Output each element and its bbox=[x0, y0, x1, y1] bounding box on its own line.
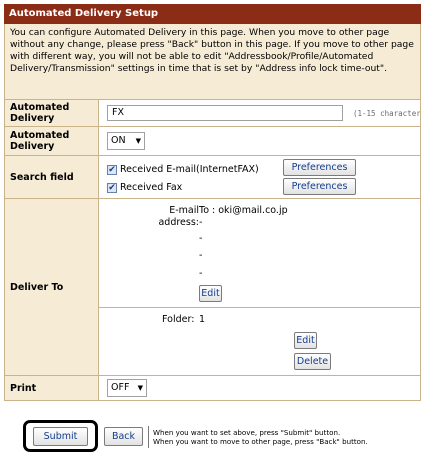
email-preferences-button[interactable]: Preferences bbox=[283, 159, 356, 176]
email-option-label: Received E-mail(InternetFAX) bbox=[120, 164, 259, 175]
back-button[interactable]: Back bbox=[104, 427, 143, 446]
fax-checkbox[interactable]: ✔ bbox=[107, 183, 117, 193]
name-label: Automated Delivery bbox=[4, 100, 99, 126]
name-input-value: FX bbox=[112, 107, 124, 118]
dropdown-caret-icon: ▼ bbox=[137, 384, 143, 392]
fax-option-label: Received Fax bbox=[120, 182, 183, 193]
email-edit-button[interactable]: Edit bbox=[199, 285, 222, 302]
email-checkbox[interactable]: ✔ bbox=[107, 165, 117, 175]
print-label: Print bbox=[4, 376, 99, 400]
email-address-label: E-mail address: bbox=[158, 205, 199, 228]
deliver-separator bbox=[99, 307, 420, 308]
footer-divider bbox=[148, 426, 149, 448]
folder-label: Folder: bbox=[162, 314, 195, 325]
delivery-onoff-select[interactable]: ON ▼ bbox=[107, 132, 145, 150]
email-address-value: To : oki@mail.co.jp bbox=[199, 205, 288, 216]
print-select[interactable]: OFF ▼ bbox=[107, 379, 147, 397]
onoff-label: Automated Delivery bbox=[4, 127, 99, 155]
intro-text: You can configure Automated Delivery in … bbox=[4, 24, 421, 99]
page-title: Automated Delivery Setup bbox=[4, 4, 421, 24]
address-slot-1: - bbox=[199, 217, 203, 228]
dropdown-caret-icon: ▼ bbox=[135, 137, 141, 145]
settings-panel: Automated Delivery Setup You can configu… bbox=[4, 4, 421, 401]
address-slot-4: - bbox=[199, 268, 203, 279]
folder-edit-button[interactable]: Edit bbox=[294, 332, 317, 349]
delivery-onoff-value: ON bbox=[111, 135, 126, 146]
name-hint: (1-15 characters) bbox=[353, 109, 421, 118]
folder-delete-button[interactable]: Delete bbox=[294, 353, 331, 370]
address-slot-2: - bbox=[199, 233, 203, 244]
deliver-to-label: Deliver To bbox=[4, 199, 99, 375]
name-input[interactable]: FX bbox=[107, 105, 343, 121]
submit-button[interactable]: Submit bbox=[33, 427, 88, 446]
footer-note-submit: When you want to set above, press "Submi… bbox=[153, 428, 341, 437]
footer: Submit Back When you want to set above, … bbox=[0, 420, 425, 455]
address-slot-3: - bbox=[199, 250, 203, 261]
footer-note-back: When you want to move to other page, pre… bbox=[153, 437, 368, 446]
search-field-label: Search field bbox=[4, 156, 99, 198]
fax-preferences-button[interactable]: Preferences bbox=[283, 178, 356, 195]
print-value: OFF bbox=[111, 382, 130, 393]
folder-value: 1 bbox=[199, 314, 206, 325]
